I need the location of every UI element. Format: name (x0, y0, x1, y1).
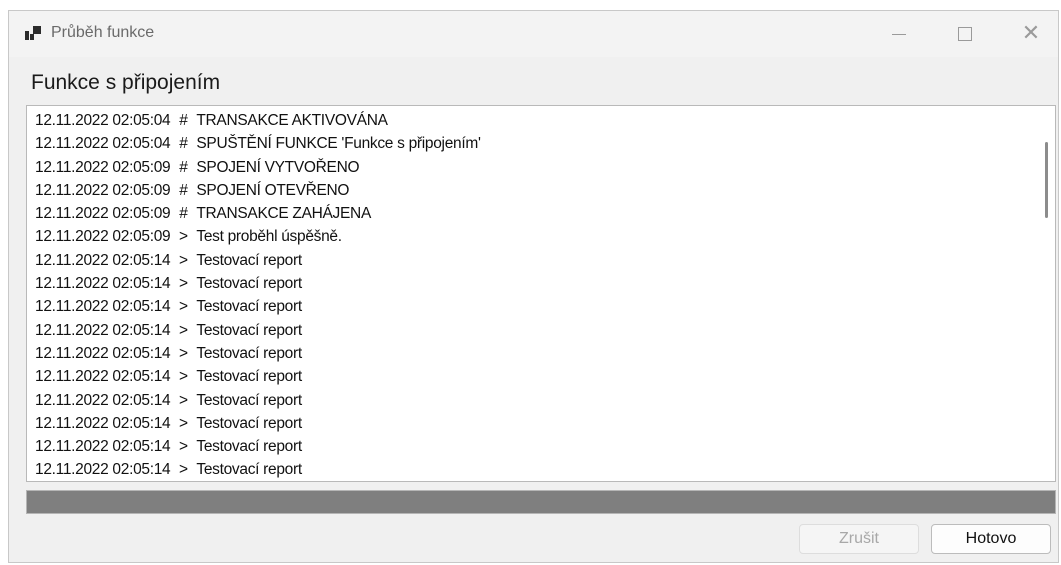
log-message: Testovací report (196, 275, 302, 293)
log-message: Testovací report (196, 461, 302, 479)
app-window-icon (25, 26, 41, 40)
log-message: Test proběhl úspěšně. (196, 228, 342, 246)
log-timestamp: 12.11.2022 02:05:09 (35, 181, 171, 199)
log-entry: 12.11.2022 02:05:14 > Testovací report (35, 365, 1025, 388)
minimize-button[interactable] (871, 11, 927, 57)
function-heading: Funkce s připojením (31, 71, 221, 94)
log-output[interactable]: 12.11.2022 02:05:04 # TRANSAKCE AKTIVOVÁNA… (26, 105, 1056, 482)
log-entry: 12.11.2022 02:05:14 > Testovací report (35, 435, 1025, 458)
log-marker: # (179, 205, 188, 223)
log-message: Testovací report (196, 368, 302, 386)
log-timestamp: 12.11.2022 02:05:14 (35, 438, 171, 456)
log-timestamp: 12.11.2022 02:05:14 (35, 368, 171, 386)
log-marker: > (178, 391, 188, 409)
log-timestamp: 12.11.2022 02:05:09 (35, 205, 171, 223)
log-timestamp: 12.11.2022 02:05:14 (35, 275, 171, 293)
maximize-icon (958, 27, 972, 41)
log-timestamp: 12.11.2022 02:05:04 (35, 135, 171, 153)
progress-bar-fill (27, 491, 1055, 513)
log-marker: > (178, 461, 188, 479)
log-marker: > (178, 298, 188, 316)
log-entry: 12.11.2022 02:05:09 > Test proběhl úspěšně… (35, 225, 1025, 248)
log-marker: > (178, 275, 188, 293)
log-marker: > (178, 321, 188, 339)
close-icon: ✕ (1021, 21, 1041, 46)
log-timestamp: 12.11.2022 02:05:14 (35, 344, 171, 362)
scrollbar-thumb[interactable] (1045, 142, 1048, 218)
log-entry: 12.11.2022 02:05:14 > Testovací report (35, 458, 1025, 481)
log-entry: 12.11.2022 02:05:14 > Testovací report (35, 342, 1025, 365)
log-entry: 12.11.2022 02:05:09 # SPOJENÍ OTEVŘENO (35, 179, 1025, 202)
log-message: Testovací report (196, 298, 302, 316)
log-timestamp: 12.11.2022 02:05:14 (35, 298, 171, 316)
log-timestamp: 12.11.2022 02:05:14 (35, 414, 171, 432)
vertical-scrollbar[interactable] (1037, 106, 1055, 481)
log-message: Testovací report (196, 438, 302, 456)
log-timestamp: 12.11.2022 02:05:04 (35, 112, 171, 129)
window-title: Průběh funkce (51, 24, 155, 41)
log-entry: 12.11.2022 02:05:09 # TRANSAKCE ZAHÁJENA (35, 202, 1025, 225)
log-timestamp: 12.11.2022 02:05:14 (35, 461, 171, 479)
title-bar[interactable]: Průběh funkce ✕ (9, 11, 1058, 57)
log-message: SPOJENÍ VYTVOŘENO (196, 158, 360, 176)
log-message: Testovací report (196, 344, 302, 362)
log-timestamp: 12.11.2022 02:05:14 (35, 321, 171, 339)
log-entry: 12.11.2022 02:05:14 > Testovací report (35, 389, 1025, 412)
progress-dialog: Průběh funkce ✕ Funkce s připojením 12.1… (8, 10, 1059, 563)
log-marker: # (179, 181, 188, 199)
log-message: Testovací report (196, 391, 302, 409)
maximize-button[interactable] (937, 11, 993, 57)
log-message: Testovací report (196, 414, 302, 432)
log-message: TRANSAKCE AKTIVOVÁNA (196, 112, 388, 129)
log-entry: 12.11.2022 02:05:04 # TRANSAKCE AKTIVOVÁNA (35, 109, 1025, 132)
log-entry: 12.11.2022 02:05:14 > Testovací report (35, 412, 1025, 435)
log-list: 12.11.2022 02:05:04 # TRANSAKCE AKTIVOVÁNA… (35, 109, 1025, 481)
log-entry: 12.11.2022 02:05:14 > Testovací report (35, 272, 1025, 295)
log-message: TRANSAKCE ZAHÁJENA (196, 205, 371, 223)
log-entry: 12.11.2022 02:05:04 # SPUŠTĚNÍ FUNKCE 'Fun… (35, 132, 1025, 155)
progress-bar (26, 490, 1056, 514)
log-marker: > (178, 251, 188, 269)
log-timestamp: 12.11.2022 02:05:14 (35, 251, 171, 269)
log-marker: > (178, 368, 188, 386)
log-marker: > (178, 438, 188, 456)
log-message: SPOJENÍ OTEVŘENO (196, 181, 350, 199)
log-entry: 12.11.2022 02:05:09 # SPOJENÍ VYTVOŘENO (35, 156, 1025, 179)
log-message: Testovací report (196, 321, 302, 339)
log-marker: # (179, 158, 188, 176)
minimize-icon (892, 33, 906, 35)
log-marker: > (178, 344, 188, 362)
log-timestamp: 12.11.2022 02:05:09 (35, 158, 171, 176)
log-entry: 12.11.2022 02:05:14 > Testovací report (35, 249, 1025, 272)
log-timestamp: 12.11.2022 02:05:09 (35, 228, 171, 246)
log-timestamp: 12.11.2022 02:05:14 (35, 391, 171, 409)
close-button[interactable]: ✕ (1003, 11, 1059, 57)
log-entry: 12.11.2022 02:05:14 > Testovací report (35, 295, 1025, 318)
done-button[interactable]: Hotovo (931, 524, 1051, 554)
log-message: Testovací report (196, 251, 302, 269)
log-marker: # (179, 112, 188, 129)
log-message: SPUŠTĚNÍ FUNKCE 'Funkce s připojením' (196, 135, 481, 153)
log-marker: # (179, 135, 188, 153)
cancel-button[interactable]: Zrušit (799, 524, 919, 554)
log-marker: > (178, 228, 188, 246)
log-entry: 12.11.2022 02:05:14 > Testovací report (35, 319, 1025, 342)
log-marker: > (178, 414, 188, 432)
